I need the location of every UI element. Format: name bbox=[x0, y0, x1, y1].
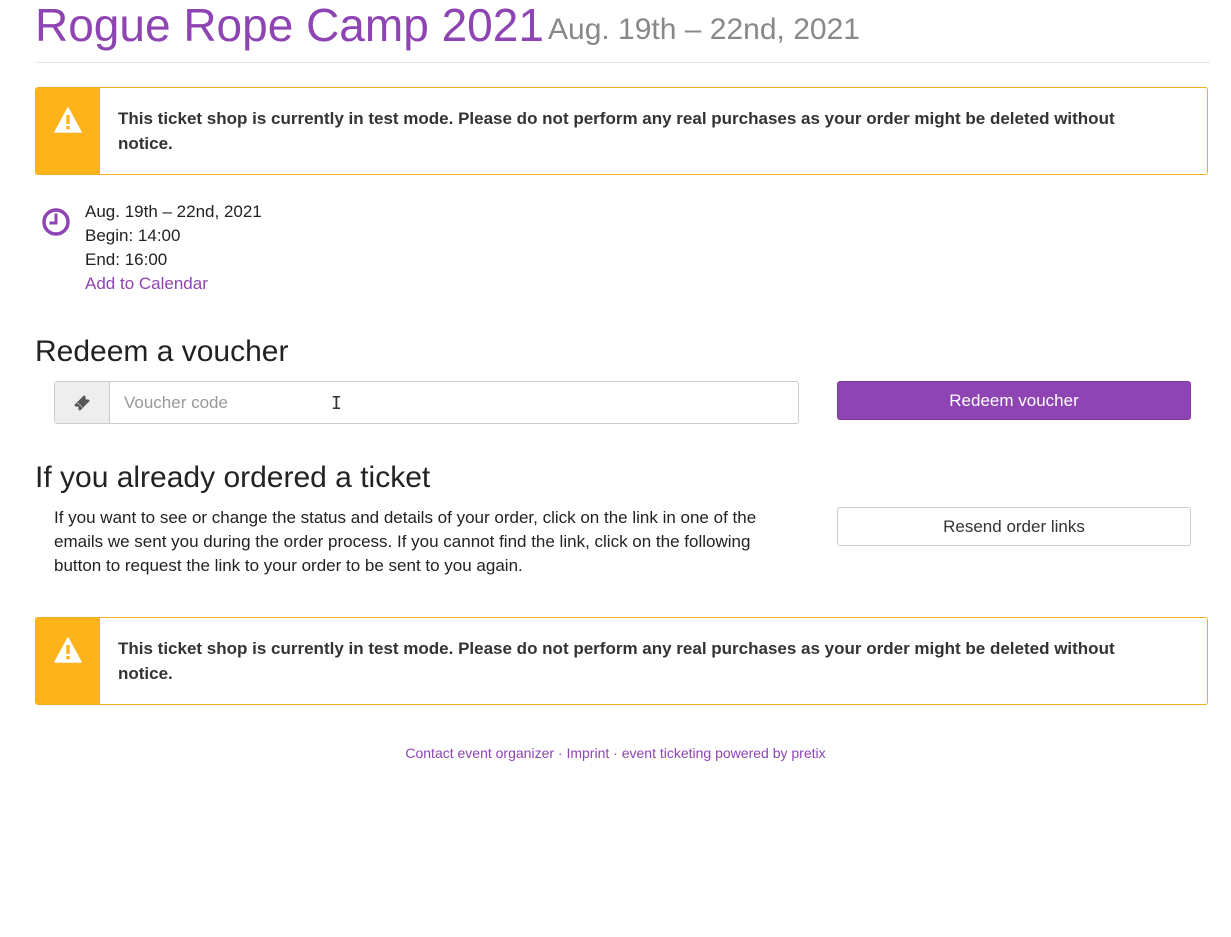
ticket-icon bbox=[74, 395, 90, 411]
page-header: Rogue Rope Camp 2021 Aug. 19th – 22nd, 2… bbox=[35, 0, 1210, 63]
warning-triangle-icon bbox=[54, 637, 82, 663]
clock-icon bbox=[42, 208, 70, 236]
event-end: End: 16:00 bbox=[85, 250, 168, 269]
text-cursor-icon: I bbox=[331, 393, 342, 414]
imprint-link[interactable]: Imprint bbox=[566, 745, 609, 761]
redeem-voucher-button[interactable]: Redeem voucher bbox=[837, 381, 1191, 420]
add-to-calendar-link[interactable]: Add to Calendar bbox=[85, 274, 208, 293]
test-mode-alert-top: This ticket shop is currently in test mo… bbox=[35, 87, 1208, 175]
footer-separator: · bbox=[554, 745, 567, 761]
footer: Contact event organizer · Imprint · even… bbox=[0, 743, 1231, 763]
footer-separator: · bbox=[609, 745, 622, 761]
event-daterange: Aug. 19th – 22nd, 2021 bbox=[548, 13, 860, 46]
ordered-heading: If you already ordered a ticket bbox=[35, 461, 431, 494]
voucher-code-input[interactable] bbox=[110, 382, 796, 423]
event-date: Aug. 19th – 22nd, 2021 bbox=[85, 202, 262, 221]
voucher-input-group bbox=[54, 381, 799, 424]
page: Rogue Rope Camp 2021 Aug. 19th – 22nd, 2… bbox=[0, 0, 1231, 937]
test-mode-alert-text: This ticket shop is currently in test mo… bbox=[118, 109, 1115, 153]
event-begin: Begin: 14:00 bbox=[85, 226, 181, 245]
powered-by-link[interactable]: event ticketing powered by pretix bbox=[622, 745, 826, 761]
voucher-addon bbox=[55, 382, 110, 423]
test-mode-alert-bottom: This ticket shop is currently in test mo… bbox=[35, 617, 1208, 705]
alert-icon-box bbox=[36, 618, 100, 704]
voucher-heading: Redeem a voucher bbox=[35, 335, 289, 368]
resend-order-links-button[interactable]: Resend order links bbox=[837, 507, 1191, 546]
event-title: Rogue Rope Camp 2021 bbox=[35, 0, 544, 51]
event-info: Aug. 19th – 22nd, 2021 Begin: 14:00 End:… bbox=[85, 200, 262, 296]
test-mode-alert-text: This ticket shop is currently in test mo… bbox=[118, 639, 1115, 683]
alert-icon-box bbox=[36, 88, 100, 174]
contact-organizer-link[interactable]: Contact event organizer bbox=[405, 745, 554, 761]
warning-triangle-icon bbox=[54, 107, 82, 133]
ordered-description: If you want to see or change the status … bbox=[54, 508, 757, 575]
